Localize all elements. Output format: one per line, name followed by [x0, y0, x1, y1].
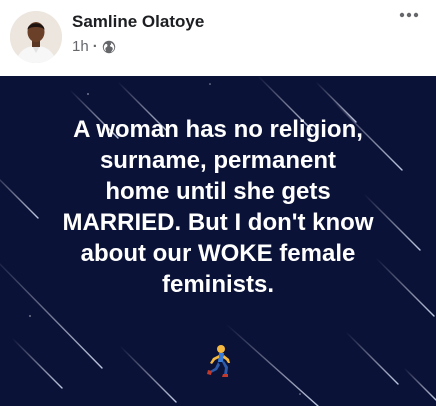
post-meta: 1h · — [72, 38, 116, 55]
globe-icon — [102, 40, 115, 53]
more-options-icon — [399, 12, 419, 18]
facebook-post: Samline Olatoye 1h · A woman has no reli… — [0, 0, 436, 406]
post-image[interactable]: A woman has no religion, surname, perman… — [0, 76, 436, 406]
meta-separator: · — [92, 38, 98, 55]
post-time[interactable]: 1h — [72, 38, 89, 55]
more-options-button[interactable] — [396, 4, 422, 26]
author-name[interactable]: Samline Olatoye — [72, 12, 204, 32]
avatar[interactable] — [10, 11, 62, 63]
avatar-photo — [10, 11, 62, 63]
post-message: A woman has no religion, surname, perman… — [62, 116, 374, 298]
person-running-icon — [207, 345, 230, 377]
post-header: Samline Olatoye 1h · — [0, 0, 436, 76]
